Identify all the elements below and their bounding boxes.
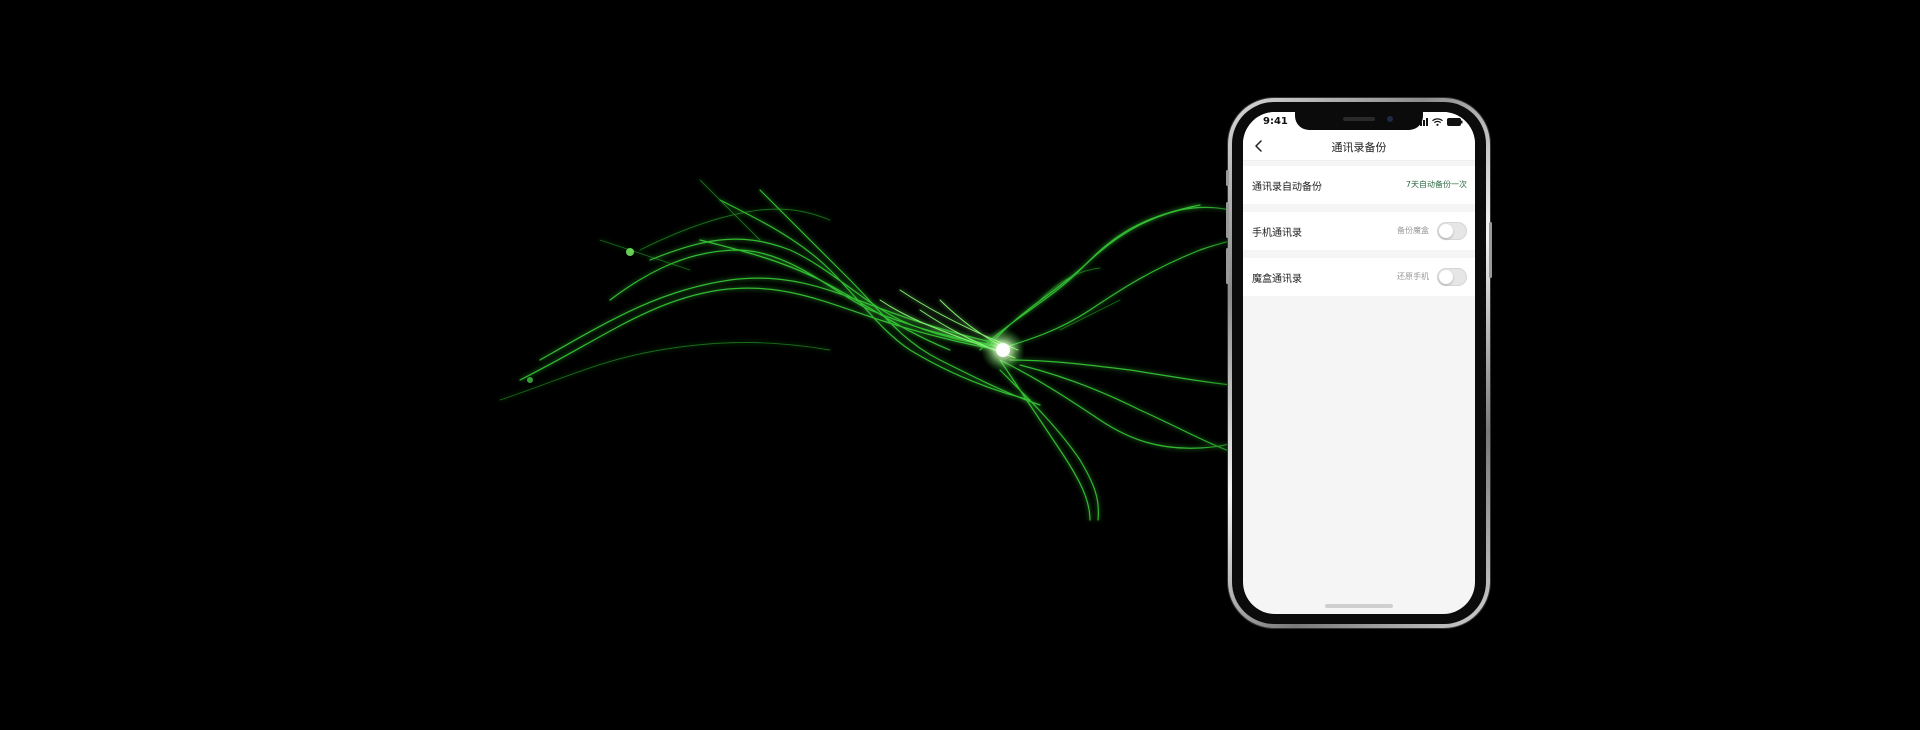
box-contacts-hint: 还原手机 <box>1397 272 1429 281</box>
auto-backup-value[interactable]: 7天自动备份一次 <box>1406 179 1467 190</box>
box-contacts-label: 魔盒通讯录 <box>1252 274 1302 285</box>
wifi-icon <box>1432 118 1443 126</box>
battery-icon <box>1447 118 1463 126</box>
auto-backup-label: 通讯录自动备份 <box>1252 182 1322 193</box>
volume-down-button <box>1226 248 1229 284</box>
phone-contacts-hint: 备份魔盒 <box>1397 226 1429 235</box>
home-indicator <box>1325 604 1393 608</box>
auto-backup-row[interactable]: 通讯录自动备份 7天自动备份一次 <box>1243 166 1475 204</box>
phone-mockup: 9:41 通讯录备份 通讯录自动备份 7天自动备份一次 手机通讯录 备份魔盒 魔… <box>1226 98 1492 628</box>
phone-notch <box>1295 112 1423 130</box>
navigation-bar: 通讯录备份 <box>1243 132 1475 161</box>
toggle-knob <box>1439 224 1453 238</box>
green-light-trails-background <box>499 179 1241 521</box>
stage: 9:41 通讯录备份 通讯录自动备份 7天自动备份一次 手机通讯录 备份魔盒 魔… <box>0 0 1920 730</box>
mute-switch <box>1226 170 1229 186</box>
status-time: 9:41 <box>1263 116 1288 127</box>
phone-contacts-toggle[interactable] <box>1437 222 1467 240</box>
earpiece-speaker <box>1343 117 1375 121</box>
phone-contacts-label: 手机通讯录 <box>1252 228 1302 239</box>
status-icons <box>1417 118 1463 126</box>
box-contacts-toggle[interactable] <box>1437 268 1467 286</box>
phone-screen: 9:41 通讯录备份 通讯录自动备份 7天自动备份一次 手机通讯录 备份魔盒 魔… <box>1243 112 1475 614</box>
page-title: 通讯录备份 <box>1331 141 1387 154</box>
front-camera <box>1387 116 1393 122</box>
toggle-knob <box>1439 270 1453 284</box>
volume-up-button <box>1226 202 1229 238</box>
settings-list: 通讯录自动备份 7天自动备份一次 手机通讯录 备份魔盒 魔盒通讯录 还原手机 <box>1243 166 1475 304</box>
box-contacts-row: 魔盒通讯录 还原手机 <box>1243 258 1475 296</box>
phone-contacts-row: 手机通讯录 备份魔盒 <box>1243 212 1475 250</box>
power-button <box>1489 222 1492 278</box>
